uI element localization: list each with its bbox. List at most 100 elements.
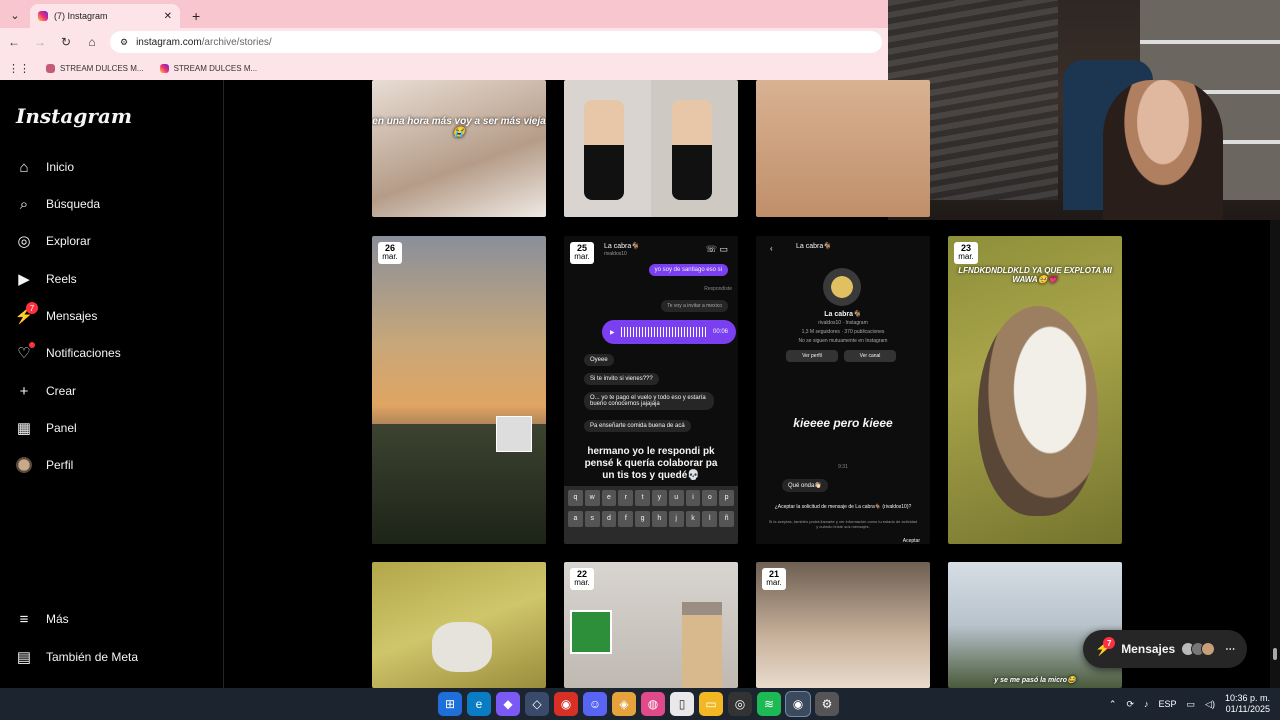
- profile-note: No se siguen mutuamente en Instagram: [798, 338, 888, 344]
- nav-label: Búsqueda: [46, 197, 101, 211]
- keyboard-key: w: [584, 490, 600, 506]
- network-icon[interactable]: ▭: [1187, 699, 1196, 710]
- bookmark-label: STREAM DULCES M...: [60, 63, 144, 73]
- url-host: instagram.com: [136, 36, 202, 48]
- language-indicator[interactable]: ESP: [1159, 699, 1177, 709]
- replied-label: Respondiste: [704, 286, 732, 292]
- chat-time: 9:31: [838, 464, 848, 470]
- scrollbar-thumb[interactable]: [1273, 648, 1277, 660]
- nav-explorar[interactable]: ◎ Explorar: [14, 228, 90, 254]
- nav-perfil[interactable]: Perfil: [14, 452, 73, 478]
- apps-grid-icon[interactable]: ⋮⋮: [8, 62, 30, 75]
- keyboard-key: s: [584, 511, 600, 527]
- close-tab-icon[interactable]: ✕: [164, 11, 172, 22]
- clock-date: 01/11/2025: [1225, 704, 1270, 714]
- story-thumbnail[interactable]: ‹ La cabra🐐 La cabra🐐 rivaldos10 · Insta…: [756, 236, 930, 544]
- nav-busqueda[interactable]: ⌕ Búsqueda: [14, 191, 100, 217]
- clock[interactable]: 10:36 p. m. 01/11/2025: [1225, 693, 1270, 715]
- sticker-image: [496, 416, 532, 452]
- profile-name: La cabra🐐: [824, 311, 862, 318]
- keyboard-key: e: [601, 490, 617, 506]
- story-thumbnail[interactable]: 26 mar.: [372, 236, 546, 544]
- nav-label: Panel: [46, 421, 77, 435]
- story-thumbnail[interactable]: [564, 80, 738, 217]
- reload-icon[interactable]: ↻: [58, 35, 74, 49]
- clock-time: 10:36 p. m.: [1224, 693, 1270, 704]
- story-thumbnail[interactable]: y se me pasó la micro😂: [948, 562, 1122, 688]
- app-icon[interactable]: ◈: [612, 692, 636, 716]
- discord-icon[interactable]: ☺: [583, 692, 607, 716]
- bookmark-item[interactable]: STREAM DULCES M...: [46, 63, 144, 73]
- audio-message: ▶ 00:06: [602, 320, 736, 344]
- story-date: 21 mar.: [762, 568, 786, 590]
- story-thumbnail[interactable]: [372, 562, 546, 688]
- story-thumbnail[interactable]: 23 mar. LFNDKDNDLDKLD YA QUE EXPLOTA MI W…: [948, 236, 1122, 544]
- nav-notificaciones[interactable]: ♡ Notificaciones: [14, 340, 121, 366]
- browser-tab[interactable]: (7) Instagram ✕: [30, 4, 180, 28]
- ver-canal-button: Ver canal: [844, 350, 896, 362]
- nav-reels[interactable]: ▶ Reels: [14, 266, 76, 292]
- forward-icon[interactable]: →: [32, 35, 48, 49]
- cat-tree: [682, 602, 722, 688]
- nav-panel[interactable]: ▦ Panel: [14, 415, 77, 441]
- story-thumbnail[interactable]: 21 mar.: [756, 562, 930, 688]
- spotify-icon[interactable]: ≋: [757, 692, 781, 716]
- keyboard-key: t: [635, 490, 650, 506]
- keyboard-key: l: [702, 511, 718, 527]
- file-icon[interactable]: ▯: [670, 692, 694, 716]
- chevron-up-icon[interactable]: ⌃: [1109, 699, 1117, 710]
- tab-search-icon[interactable]: ⌄: [6, 6, 24, 24]
- avatar: [14, 455, 34, 475]
- keyboard: qwertyuiop asdfghjklñ: [564, 486, 738, 544]
- replied-message: Te voy a invitar a mexico: [661, 300, 728, 312]
- address-bar[interactable]: ⚙ instagram.com/archive/stories/: [110, 31, 882, 53]
- received-message: Oyeee: [584, 354, 614, 366]
- nav-inicio[interactable]: ⌂ Inicio: [14, 154, 74, 180]
- back-icon[interactable]: ←: [6, 35, 22, 49]
- folder-icon[interactable]: ▭: [699, 692, 723, 716]
- messages-floating-button[interactable]: ⚡ 7 Mensajes ⋯: [1083, 630, 1247, 668]
- keyboard-key: p: [719, 490, 734, 506]
- chrome-active-icon[interactable]: ◉: [785, 691, 811, 717]
- instagram-sidebar: Instagram ⌂ Inicio ⌕ Búsqueda ◎ Explorar…: [0, 80, 224, 688]
- keyboard-key: q: [568, 490, 583, 506]
- obs-icon[interactable]: ◎: [728, 692, 752, 716]
- nav-label: Inicio: [46, 160, 75, 174]
- new-tab-button[interactable]: +: [192, 8, 200, 24]
- keyboard-key: ñ: [719, 511, 734, 527]
- nav-mas[interactable]: ≡ Más: [14, 606, 69, 632]
- app-icon[interactable]: ◍: [641, 692, 665, 716]
- story-thumbnail[interactable]: 25 mar. La cabra🐐 rivaldos10 ☏ ▭ yo soy d…: [564, 236, 738, 544]
- cat-image: [432, 622, 492, 672]
- instagram-logo[interactable]: Instagram: [16, 104, 132, 128]
- home-page-icon[interactable]: ⌂: [84, 35, 100, 49]
- nav-mensajes[interactable]: ⚡ 7 Mensajes: [14, 302, 97, 329]
- received-message: Si te invito si vienes???: [584, 373, 659, 385]
- bookmark-label: STREAM DULCES M...: [173, 63, 258, 73]
- app-icon[interactable]: ◇: [525, 692, 549, 716]
- story-thumbnail[interactable]: 22 mar.: [564, 562, 738, 688]
- nav-label: También de Meta: [46, 650, 139, 664]
- story-caption: kieeee pero kieee: [793, 416, 893, 430]
- story-thumbnail[interactable]: [756, 80, 930, 217]
- chrome-icon[interactable]: ◉: [554, 692, 578, 716]
- story-caption: y se me pasó la micro😂: [994, 677, 1076, 684]
- windows-start-icon[interactable]: ⊞: [438, 692, 462, 716]
- volume-icon[interactable]: ◁): [1205, 699, 1215, 710]
- story-thumbnail[interactable]: en una hora más voy a ser más vieja😭: [372, 80, 546, 217]
- dashboard-icon: ▦: [16, 420, 32, 437]
- bookmark-item[interactable]: STREAM DULCES M...: [159, 63, 258, 73]
- page-scrollbar[interactable]: [1270, 220, 1280, 688]
- messages-label: Mensajes: [1121, 642, 1176, 656]
- settings-icon[interactable]: ⚙: [815, 692, 839, 716]
- avatar: [1201, 642, 1216, 656]
- microphone-icon[interactable]: ♪: [1144, 699, 1149, 709]
- copilot-icon[interactable]: ◆: [496, 692, 520, 716]
- sync-icon[interactable]: ⟳: [1126, 699, 1134, 710]
- site-info-icon[interactable]: ⚙: [120, 37, 128, 48]
- nav-tambien-de-meta[interactable]: ▤ También de Meta: [14, 644, 138, 670]
- nav-crear[interactable]: + Crear: [14, 378, 76, 404]
- keyboard-key: a: [568, 511, 583, 527]
- edge-icon[interactable]: e: [467, 692, 491, 716]
- cat-image: [978, 306, 1098, 516]
